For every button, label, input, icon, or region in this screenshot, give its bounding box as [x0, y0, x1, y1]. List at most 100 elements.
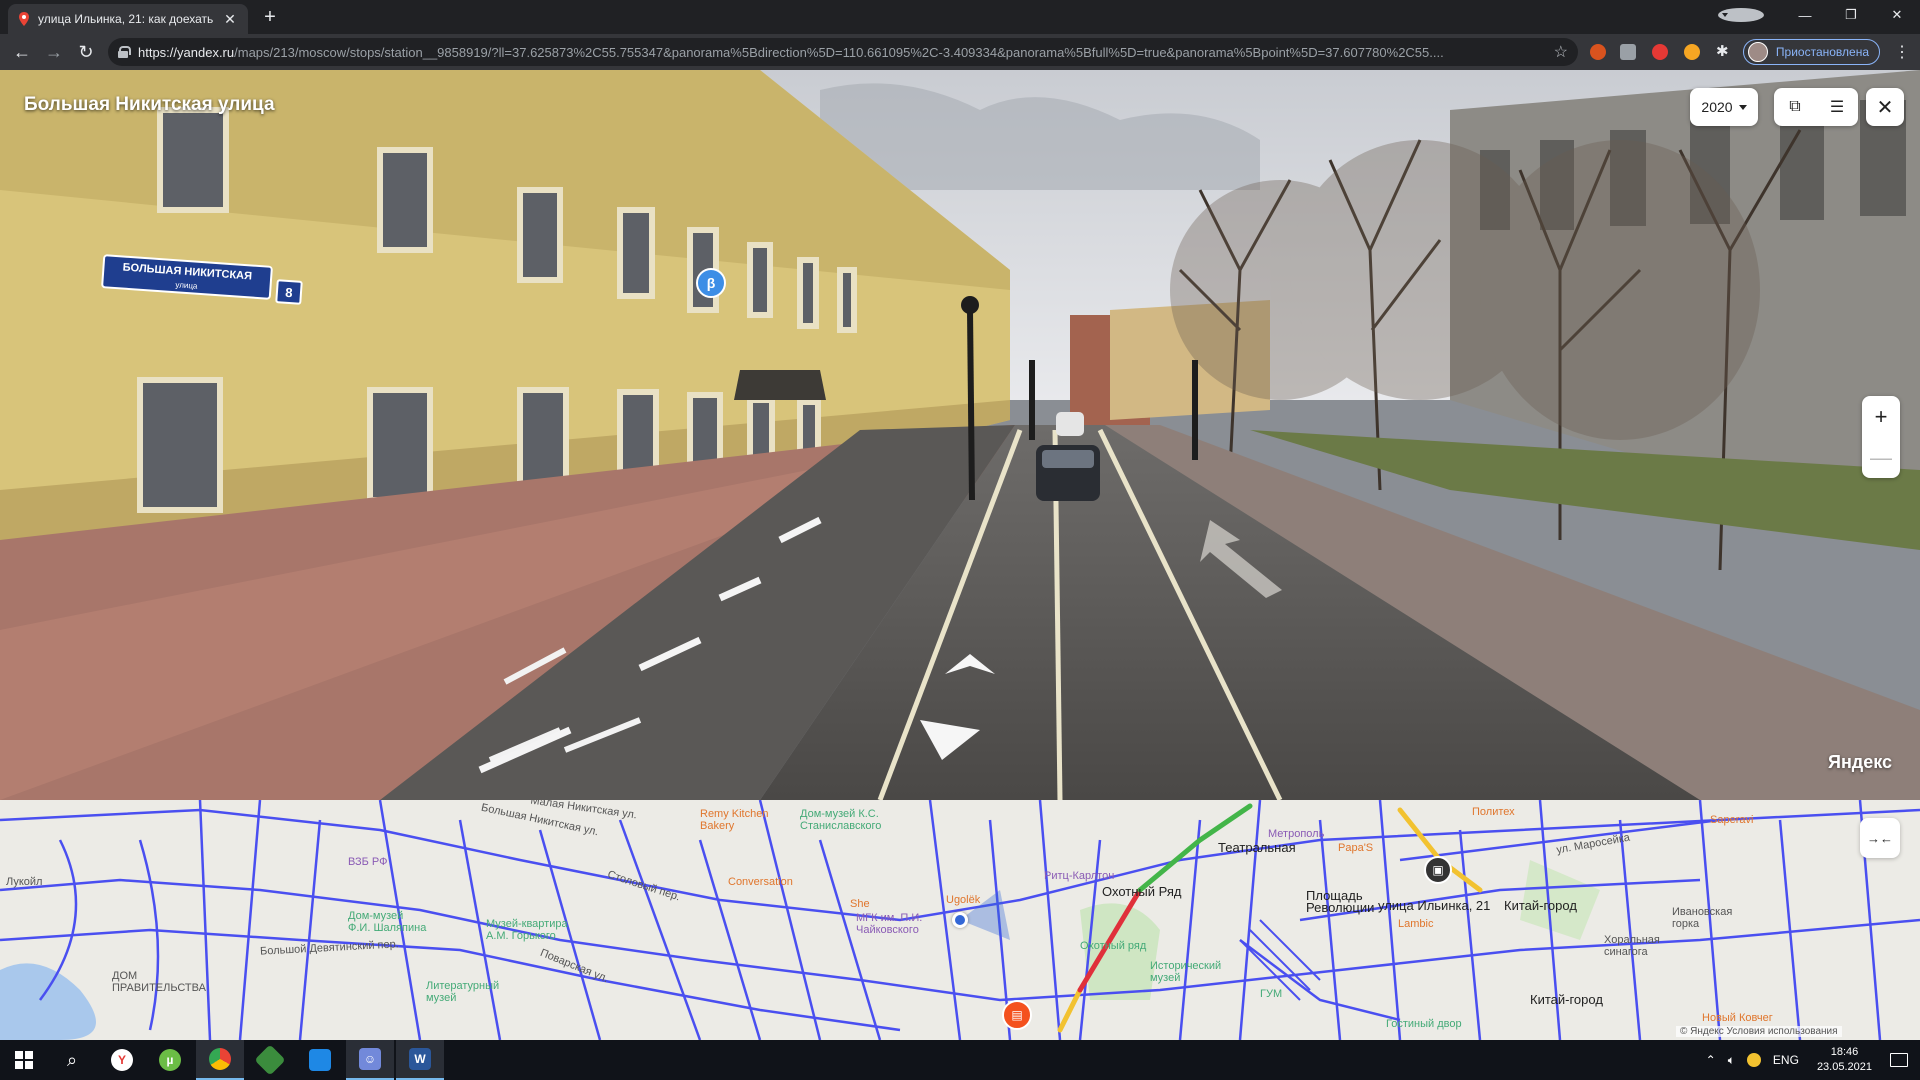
- browser-menu-icon[interactable]: ⋮: [1894, 42, 1910, 62]
- collapse-map-button[interactable]: →←: [1860, 818, 1900, 858]
- taskbar-yandex-browser[interactable]: Y: [98, 1040, 146, 1080]
- volume-icon[interactable]: 🔈︎: [1728, 1053, 1735, 1068]
- notification-center-icon[interactable]: [1890, 1053, 1908, 1067]
- map-label: Дом-музей Ф.И. Шаляпина: [348, 910, 427, 934]
- taskbar-app-5[interactable]: [296, 1040, 344, 1080]
- map-label: Политех: [1472, 806, 1515, 818]
- clock[interactable]: 18:46 23.05.2021: [1817, 1045, 1872, 1075]
- extension-icon-2[interactable]: [1620, 44, 1636, 60]
- utorrent-icon: µ: [159, 1049, 181, 1071]
- taskbar-chrome[interactable]: [196, 1040, 244, 1080]
- taskbar-app-4[interactable]: [246, 1040, 294, 1080]
- browser-tab[interactable]: улица Ильинка, 21: как доехать ✕: [8, 4, 248, 34]
- start-button[interactable]: [0, 1040, 48, 1080]
- share-external-icon[interactable]: ⧉: [1774, 88, 1816, 126]
- url-text: https://yandex.ru/maps/213/moscow/stops/…: [138, 44, 1444, 60]
- profile-button[interactable]: Приостановлена: [1742, 39, 1880, 65]
- extensions-puzzle-icon[interactable]: ✱: [1716, 44, 1732, 60]
- taskbar-utorrent[interactable]: µ: [146, 1040, 194, 1080]
- map-label: ГУМ: [1260, 988, 1283, 1000]
- forward-icon[interactable]: →: [42, 40, 66, 64]
- map-label: Литературный музей: [426, 980, 500, 1004]
- map-label: Новый Ковчег: [1702, 1012, 1773, 1024]
- house-number: 8: [275, 279, 303, 305]
- yandex-watermark: Яндекс: [1828, 752, 1893, 772]
- map-label: Ивановская горка: [1672, 906, 1733, 930]
- destination-pin-icon[interactable]: ▣: [1424, 856, 1452, 884]
- close-tab-icon[interactable]: ✕: [222, 11, 238, 27]
- zoom-controls: + —: [1862, 396, 1900, 478]
- briefcase-pin-icon[interactable]: ▤: [1002, 1000, 1032, 1030]
- map-label: Охотный ряд: [1080, 940, 1147, 952]
- extension-icon-4[interactable]: [1684, 44, 1700, 60]
- map-label: Conversation: [728, 876, 793, 888]
- map-label: Площадь Революции: [1306, 888, 1375, 915]
- map-label: Метрополь: [1268, 828, 1325, 840]
- map-label: Ритц-Карлтон: [1044, 870, 1115, 882]
- map-label: Хоральная синагога: [1604, 934, 1660, 958]
- map-label: Papa'S: [1338, 842, 1374, 854]
- year-value: 2020: [1701, 99, 1733, 115]
- zoom-in-button[interactable]: +: [1862, 396, 1900, 437]
- map-label: Гостиный двор: [1386, 1018, 1462, 1030]
- tab-search-icon[interactable]: [1718, 8, 1764, 22]
- reload-icon[interactable]: ↻: [74, 40, 98, 64]
- chrome-icon: [209, 1048, 231, 1070]
- language-indicator[interactable]: ENG: [1773, 1053, 1799, 1067]
- tab-title: улица Ильинка, 21: как доехать: [38, 12, 214, 26]
- restore-icon[interactable]: ❐: [1828, 7, 1874, 23]
- map-label: Дом-музей К.С. Станиславского: [800, 808, 882, 832]
- map-label: Китай-город: [1530, 992, 1603, 1007]
- clock-time: 18:46: [1830, 1046, 1859, 1058]
- chevron-down-icon: [1738, 104, 1747, 110]
- map-label: Ugolёk: [946, 894, 981, 906]
- browser-toolbar: ← → ↻ https://yandex.ru/maps/213/moscow/…: [0, 34, 1920, 70]
- map-label: Охотный Ряд: [1102, 884, 1182, 899]
- map-label: ДОМ ПРАВИТЕЛЬСТВА: [112, 970, 206, 994]
- minimize-icon[interactable]: —: [1782, 8, 1828, 23]
- new-tab-button[interactable]: +: [258, 6, 282, 30]
- map-label: ВЗБ РФ: [348, 856, 388, 868]
- close-window-icon[interactable]: ✕: [1874, 7, 1920, 23]
- current-location-marker[interactable]: [952, 912, 968, 928]
- windows-taskbar: ⌕ Y µ ☺ W ⌃ 🔈︎ ENG 18:46 23.05.2021: [0, 1040, 1920, 1080]
- map-label: МГК им. П.И. Чайковского: [856, 912, 923, 936]
- back-icon[interactable]: ←: [10, 40, 34, 64]
- map-label: улица Ильинка, 21: [1378, 898, 1491, 913]
- map-label: Китай-город: [1504, 898, 1577, 913]
- taskbar-discord[interactable]: ☺: [346, 1040, 394, 1080]
- zoom-out-button[interactable]: —: [1862, 437, 1900, 478]
- windows-logo-icon: [15, 1051, 33, 1069]
- extension-icon-3[interactable]: [1652, 44, 1668, 60]
- map-pin-icon: [19, 12, 29, 26]
- chevron-up-icon[interactable]: ⌃: [1706, 1053, 1716, 1067]
- clock-date: 23.05.2021: [1816, 1061, 1872, 1073]
- map-label: Lambic: [1398, 918, 1434, 930]
- extension-icon-1[interactable]: [1590, 44, 1606, 60]
- app-blue-icon: [309, 1049, 331, 1071]
- avatar: [1747, 42, 1768, 62]
- year-select[interactable]: 2020: [1690, 88, 1758, 126]
- system-tray: ⌃ 🔈︎ ENG 18:46 23.05.2021: [1700, 1040, 1920, 1080]
- bookmark-star-icon[interactable]: ☆: [1554, 42, 1568, 62]
- map-label: Театральная: [1218, 840, 1296, 855]
- discord-icon: ☺: [359, 1048, 381, 1070]
- map-label: Исторический музей: [1150, 960, 1222, 984]
- lock-icon: [118, 46, 131, 58]
- map-label: She: [850, 898, 870, 910]
- menu-icon[interactable]: ☰: [1816, 88, 1858, 126]
- close-panorama-button[interactable]: ✕: [1866, 88, 1904, 126]
- network-icon[interactable]: [1746, 1053, 1761, 1067]
- street-panorama[interactable]: Большая Никитская улица БОЛЬШАЯ НИКИТСКА…: [0, 70, 1920, 800]
- app-diamond-icon: [254, 1044, 286, 1076]
- map-label: Saperavi: [1710, 814, 1754, 826]
- yandex-browser-icon: Y: [111, 1049, 133, 1071]
- address-bar[interactable]: https://yandex.ru/maps/213/moscow/stops/…: [108, 38, 1578, 66]
- taskbar-word[interactable]: W: [396, 1040, 444, 1080]
- search-button[interactable]: ⌕: [48, 1040, 96, 1080]
- mini-map[interactable]: Большая Никитская ул. Малая Никитская ул.…: [0, 800, 1920, 1040]
- window-controls: — ❐ ✕: [1718, 0, 1920, 30]
- panorama-tools: ⧉ ☰: [1774, 88, 1858, 126]
- map-copyright[interactable]: © Яндекс Условия использования: [1676, 1026, 1842, 1037]
- panorama-poi-pin[interactable]: β: [696, 268, 726, 298]
